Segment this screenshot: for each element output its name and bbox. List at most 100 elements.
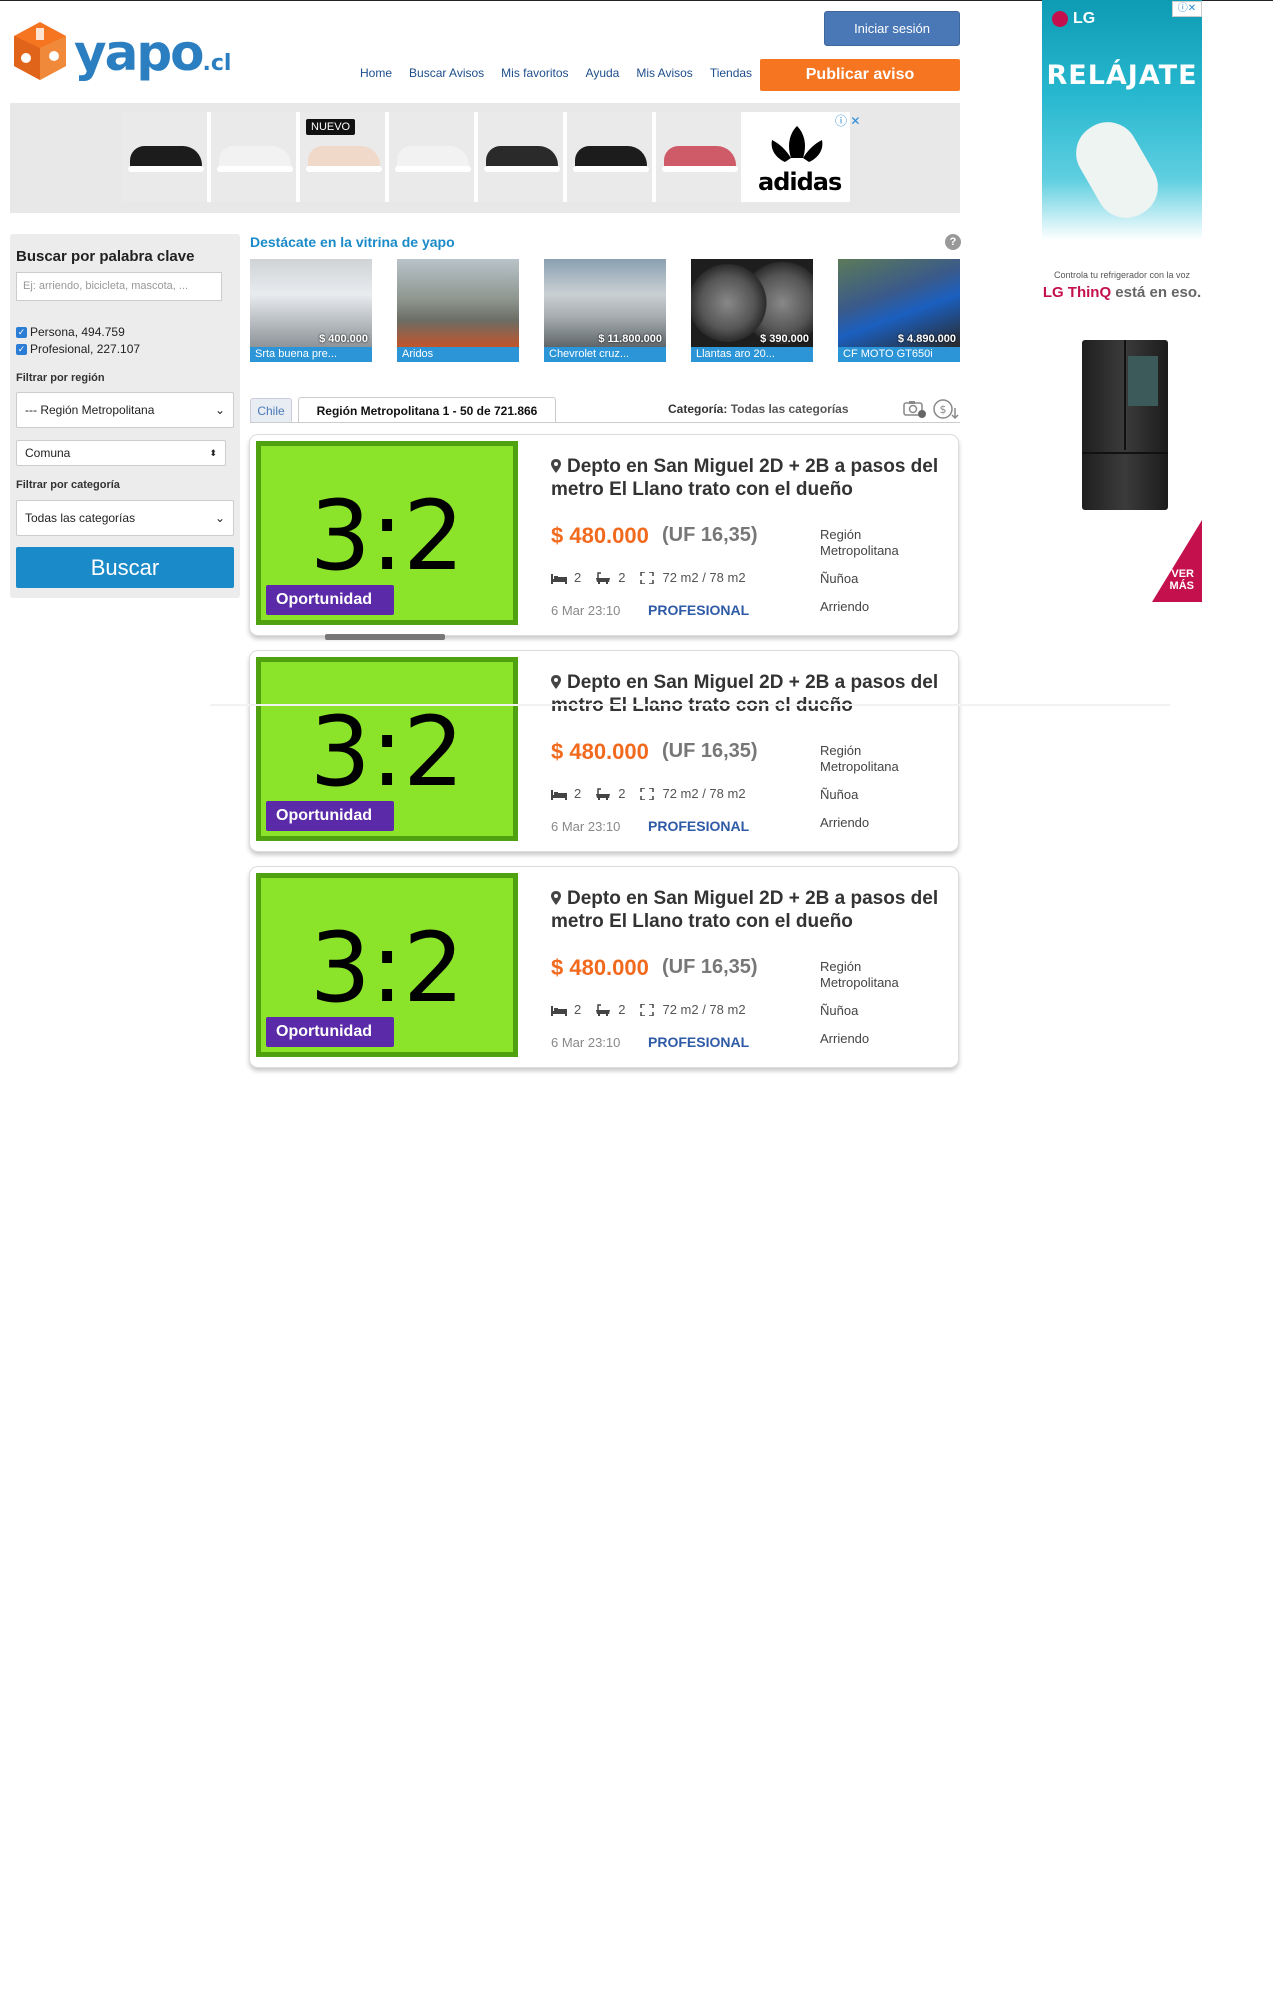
- updown-icon: ⬍: [209, 447, 217, 458]
- category-indicator: Categoría: Todas las categorías: [668, 402, 849, 416]
- vitrina-price: $ 11.800.000: [598, 333, 662, 345]
- vitrina-caption: Llantas aro 20...: [691, 347, 813, 362]
- ad-close-icon[interactable]: ⓘ ✕: [835, 112, 860, 129]
- keyword-search-input[interactable]: Ej: arriendo, bicicleta, mascota, ...: [16, 272, 222, 301]
- category-filter-label: Filtrar por categoría: [16, 479, 120, 491]
- listing-features: 2 2 72 m2 / 78 m2: [551, 1002, 746, 1017]
- seller-type: PROFESIONAL: [648, 602, 750, 618]
- listing-image[interactable]: 3:2 Oportunidad: [256, 873, 518, 1057]
- bath-icon: [596, 1003, 611, 1016]
- nuevo-badge: NUEVO: [306, 119, 356, 135]
- vitrina-price: $ 390.000: [760, 333, 809, 345]
- region-select[interactable]: --- Región Metropolitana ⌄: [16, 392, 234, 428]
- nav-mis-favoritos[interactable]: Mis favoritos: [501, 66, 568, 84]
- vitrina-item[interactable]: Aridos: [397, 259, 519, 362]
- shoe-image: [389, 112, 476, 202]
- listing-date: 6 Mar 23:10: [551, 1035, 621, 1050]
- location-pin-icon: [551, 891, 561, 905]
- category-select[interactable]: Todas las categorías ⌄: [16, 500, 234, 536]
- listing-type: Arriendo: [820, 1031, 870, 1046]
- help-icon[interactable]: ?: [945, 234, 961, 250]
- nav-home[interactable]: Home: [360, 66, 392, 84]
- region-filter-label: Filtrar por región: [16, 372, 105, 384]
- seller-type: PROFESIONAL: [648, 1034, 750, 1050]
- vitrina-item[interactable]: $ 4.890.000 CF MOTO GT650i: [838, 259, 960, 362]
- camera-filter-icon[interactable]: [903, 399, 927, 419]
- listing-uf: (UF 16,35): [662, 956, 758, 978]
- yapo-logo-icon[interactable]: [10, 18, 70, 84]
- listing-title-text: Depto en San Miguel 2D + 2B a pasos del …: [551, 456, 939, 500]
- persona-label: Persona, 494.759: [30, 325, 125, 339]
- listing-region: Región Metropolitana: [820, 959, 899, 990]
- listing-card[interactable]: 3:2 Oportunidad Depto en San Miguel 2D +…: [249, 650, 959, 852]
- persona-checkbox[interactable]: ✓: [16, 326, 27, 338]
- login-button[interactable]: Iniciar sesión: [824, 11, 960, 46]
- tab-region[interactable]: Región Metropolitana 1 - 50 de 721.866: [298, 397, 556, 423]
- ver-mas-button[interactable]: VER MÁS: [1152, 520, 1202, 602]
- vitrina-item[interactable]: $ 390.000 Llantas aro 20...: [691, 259, 813, 362]
- comuna-select[interactable]: Comuna ⬍: [16, 440, 226, 466]
- scroll-indicator: [325, 634, 445, 640]
- lg-logo: LG: [1052, 10, 1095, 28]
- bed-icon: [551, 573, 567, 584]
- main-nav: Home Buscar Avisos Mis favoritos Ayuda M…: [360, 66, 769, 84]
- vitrina-item[interactable]: $ 11.800.000 Chevrolet cruz...: [544, 259, 666, 362]
- price-sort-icon[interactable]: $: [932, 398, 960, 420]
- svg-text:$: $: [940, 403, 947, 416]
- listing-title-text: Depto en San Miguel 2D + 2B a pasos del …: [551, 888, 939, 932]
- lg-side-ad[interactable]: LG RELÁJATE Controla tu refrigerador con…: [1042, 0, 1202, 602]
- tab-divider: [250, 422, 960, 423]
- tab-chile[interactable]: Chile: [250, 398, 292, 422]
- logo-suffix: .cl: [202, 51, 232, 76]
- nav-ayuda[interactable]: Ayuda: [586, 66, 620, 84]
- shoe-image: [567, 112, 654, 202]
- listing-title[interactable]: Depto en San Miguel 2D + 2B a pasos del …: [551, 887, 941, 933]
- listing-card[interactable]: 3:2 Oportunidad Depto en San Miguel 2D +…: [249, 866, 959, 1068]
- seller-type: PROFESIONAL: [648, 818, 750, 834]
- image-ratio-text: 3:2: [309, 912, 465, 1024]
- yapo-logo-text[interactable]: yapo.cl: [74, 20, 231, 97]
- vitrina-title[interactable]: Destácate en la vitrina de yapo: [250, 234, 455, 250]
- lg-brand-text: LG: [1073, 10, 1096, 27]
- nav-tiendas[interactable]: Tiendas: [710, 66, 752, 84]
- float-figure: [1065, 111, 1169, 229]
- area-value: 72 m2 / 78 m2: [662, 786, 746, 801]
- filter-profesional[interactable]: ✓ Profesional, 227.107: [16, 342, 140, 356]
- profesional-checkbox[interactable]: ✓: [16, 343, 27, 355]
- oportunidad-badge: Oportunidad: [266, 1017, 394, 1047]
- listing-card[interactable]: 3:2 Oportunidad Depto en San Miguel 2D +…: [249, 434, 959, 636]
- category-select-value: Todas las categorías: [25, 511, 136, 525]
- listing-region: Región Metropolitana: [820, 527, 899, 558]
- vitrina-item[interactable]: $ 400.000 Srta buena pre...: [250, 259, 372, 362]
- listing-title[interactable]: Depto en San Miguel 2D + 2B a pasos del …: [551, 455, 941, 501]
- shoe-image: [211, 112, 298, 202]
- location-pin-icon: [551, 459, 561, 473]
- bed-icon: [551, 789, 567, 800]
- road-photo: [397, 259, 519, 347]
- listing-type: Arriendo: [820, 815, 870, 830]
- listing-title[interactable]: Depto en San Miguel 2D + 2B a pasos del …: [551, 671, 941, 717]
- listing-date: 6 Mar 23:10: [551, 819, 621, 834]
- nav-mis-avisos[interactable]: Mis Avisos: [636, 66, 692, 84]
- listing-image[interactable]: 3:2 Oportunidad: [256, 441, 518, 625]
- adidas-ad[interactable]: [122, 112, 850, 202]
- chevron-down-icon: ⌄: [214, 511, 225, 525]
- adidas-brand-text: adidas: [758, 168, 842, 196]
- publish-button[interactable]: Publicar aviso: [760, 59, 960, 91]
- listing-features: 2 2 72 m2 / 78 m2: [551, 786, 746, 801]
- image-ratio-text: 3:2: [309, 480, 465, 592]
- vitrina-caption: Aridos: [397, 347, 519, 362]
- ad-tagline: LG ThinQ está en eso.: [1042, 284, 1202, 301]
- filter-persona[interactable]: ✓ Persona, 494.759: [16, 325, 125, 339]
- faint-divider: [210, 704, 1170, 706]
- vitrina-price: $ 4.890.000: [897, 333, 956, 345]
- nav-buscar-avisos[interactable]: Buscar Avisos: [409, 66, 484, 84]
- chevron-down-icon: ⌄: [214, 403, 225, 417]
- shoe-image: [478, 112, 565, 202]
- ad-info-close-icon[interactable]: ⓘ✕: [1172, 1, 1202, 17]
- listing-image[interactable]: 3:2 Oportunidad: [256, 657, 518, 841]
- search-button[interactable]: Buscar: [16, 547, 234, 588]
- oportunidad-badge: Oportunidad: [266, 585, 394, 615]
- category-prefix: Categoría:: [668, 402, 728, 416]
- location-pin-icon: [551, 675, 561, 689]
